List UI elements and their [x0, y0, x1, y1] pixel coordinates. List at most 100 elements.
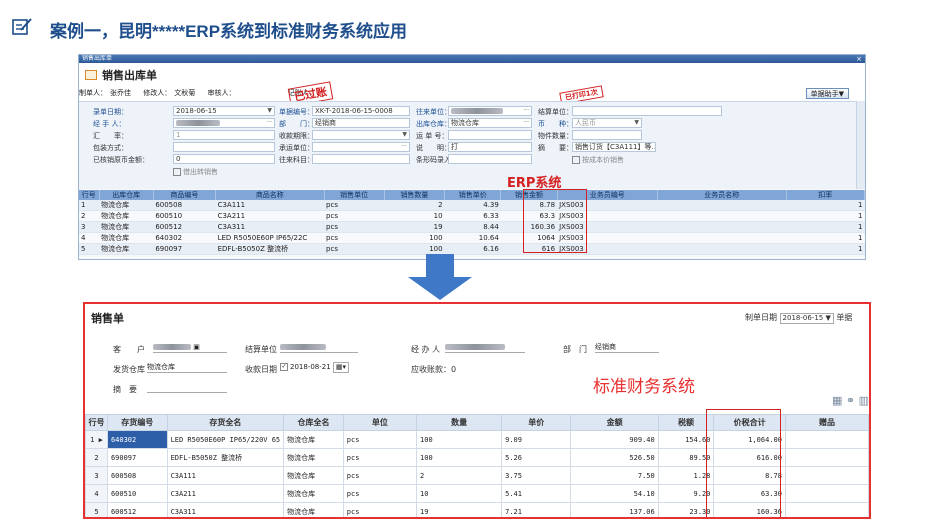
date-field[interactable]: 2018-06-15 ▼ [173, 106, 275, 116]
qty-field[interactable] [572, 130, 642, 140]
std-table-cell[interactable] [784, 484, 869, 503]
writeoff-checkbox[interactable]: 借出转销售 [173, 167, 218, 177]
row-index-cell[interactable]: 2 [85, 448, 108, 467]
docno-field[interactable]: XK-T-2018-06-15-0008 [312, 106, 410, 116]
erp-table-cell[interactable]: 物流仓库 [99, 200, 154, 211]
pack-field[interactable] [173, 142, 275, 152]
erp-table-cell[interactable] [657, 210, 787, 222]
erp-table-cell[interactable]: 10.64 [444, 232, 501, 244]
erp-column-header[interactable]: 扣率 [786, 190, 865, 200]
std-table-cell[interactable]: 3.75 [501, 466, 572, 485]
summary-field[interactable]: 销售订货【C3A111】等… [572, 142, 656, 152]
std-table-cell[interactable]: 600508 [106, 466, 168, 485]
row-index-cell[interactable]: 4 [85, 484, 108, 503]
barcode-field[interactable] [448, 154, 532, 164]
std-settle-field[interactable] [280, 342, 358, 353]
std-table-cell[interactable]: 物流仓库 [283, 502, 344, 517]
std-table-cell[interactable] [784, 502, 869, 517]
std-table-cell[interactable]: 9.09 [501, 430, 572, 449]
std-column-header[interactable]: 赠品 [784, 414, 869, 431]
erp-table-cell[interactable] [657, 232, 787, 244]
chain-icon[interactable]: ⚭ [846, 394, 855, 407]
erp-table-cell[interactable]: pcs [324, 243, 385, 255]
std-table-cell[interactable]: C3A311 [166, 502, 285, 517]
dept-field[interactable]: 经销商 [312, 118, 410, 128]
erp-table-cell[interactable]: C3A111 [215, 200, 325, 211]
erp-table-cell[interactable] [657, 200, 787, 211]
erp-table-cell[interactable]: 100 [384, 243, 445, 255]
std-table-cell[interactable]: 526.50 [570, 448, 659, 467]
std-table-cell[interactable]: pcs [342, 502, 418, 517]
erp-table-cell[interactable]: pcs [324, 221, 385, 233]
std-table-cell[interactable]: 600512 [106, 502, 168, 517]
std-table-cell[interactable]: 600510 [106, 484, 168, 503]
erp-table-cell[interactable]: 4 [79, 232, 100, 244]
std-table-cell[interactable]: 物流仓库 [283, 466, 344, 485]
std-table-cell[interactable]: 137.06 [570, 502, 659, 517]
erp-table-cell[interactable]: 2 [79, 210, 100, 222]
std-column-header[interactable]: 存货编号 [106, 414, 168, 431]
std-column-header[interactable]: 金额 [570, 414, 659, 431]
erp-table-cell[interactable]: 物流仓库 [99, 210, 154, 222]
std-handler-field[interactable] [445, 342, 525, 353]
std-column-header[interactable]: 存货全名 [166, 414, 285, 431]
std-table-cell[interactable]: 2 [416, 466, 503, 485]
std-table-cell[interactable]: 19 [416, 502, 503, 517]
std-table-cell[interactable]: 7.21 [501, 502, 572, 517]
std-table-cell[interactable]: 100 [416, 430, 503, 449]
erp-table-cell[interactable]: pcs [324, 200, 385, 211]
erp-table-row[interactable]: 2 物流仓库 600510 C3A211 pcs 10 6.33 63.3 JXS003 1 [79, 210, 865, 222]
shipno-field[interactable] [448, 130, 532, 140]
std-table-cell[interactable]: 5.26 [501, 448, 572, 467]
lookup-icon[interactable]: ▣ [193, 343, 200, 351]
erp-column-header[interactable]: 行号 [79, 190, 100, 200]
erp-table-cell[interactable]: 640302 [153, 232, 216, 244]
erp-table-cell[interactable]: pcs [324, 210, 385, 222]
erp-table-row[interactable]: 1 物流仓库 600508 C3A111 pcs 2 4.39 8.78 JXS003 1 [79, 200, 865, 211]
erp-table-cell[interactable]: LED R5050E60P IP65/22C [215, 232, 325, 244]
erp-table-cell[interactable]: C3A211 [215, 210, 325, 222]
std-table-cell[interactable]: 5.41 [501, 484, 572, 503]
std-warehouse-field[interactable]: 物流仓库 [147, 362, 227, 373]
erp-table-cell[interactable]: 3 [79, 221, 100, 233]
std-table-cell[interactable]: 909.40 [570, 430, 659, 449]
erp-table-cell[interactable]: 6.33 [444, 210, 501, 222]
customer-field[interactable]: ▣ [153, 342, 227, 353]
erp-table-row[interactable]: 4 物流仓库 640302 LED R5050E60P IP65/22C pcs 100 1… [79, 232, 865, 244]
std-date-field[interactable]: 2018-06-15 ▼ [779, 313, 834, 324]
erp-table-cell[interactable]: EDFL-B5050Z 整流桥 [215, 243, 325, 255]
std-table-cell[interactable]: EDFL-B5050Z 整流桥 [166, 448, 285, 467]
terms-field[interactable]: ▼ [312, 130, 410, 140]
erp-table-cell[interactable]: 8.44 [444, 221, 501, 233]
erp-table-cell[interactable]: 4.39 [444, 200, 501, 211]
std-column-header[interactable]: 单位 [342, 414, 418, 431]
erp-table-cell[interactable]: 1 [786, 232, 865, 244]
std-table-cell[interactable]: 690097 [106, 448, 168, 467]
erp-table-cell[interactable]: 600508 [153, 200, 216, 211]
erp-table-cell[interactable]: 600512 [153, 221, 216, 233]
std-table-cell[interactable]: 物流仓库 [283, 484, 344, 503]
row-index-cell[interactable]: 3 [85, 466, 108, 485]
erp-column-header[interactable]: 商品名称 [215, 190, 325, 200]
erp-table-cell[interactable]: 物流仓库 [99, 243, 154, 255]
erp-table-cell[interactable]: 10 [384, 210, 445, 222]
row-index-cell[interactable]: 5 [85, 502, 108, 517]
note-field[interactable]: 打 [448, 142, 532, 152]
std-column-header[interactable]: 仓库全名 [283, 414, 344, 431]
std-table-cell[interactable]: pcs [342, 466, 418, 485]
account-field[interactable] [312, 154, 410, 164]
paid-field[interactable]: 0 [173, 154, 275, 164]
std-dept-field[interactable]: 经销商 [595, 342, 659, 353]
std-table-cell[interactable]: 640302 [106, 430, 168, 449]
erp-table-row[interactable]: 5 物流仓库 690097 EDFL-B5050Z 整流桥 pcs 100 6.16 616 J… [79, 243, 865, 255]
std-table-cell[interactable]: pcs [342, 484, 418, 503]
erp-table-cell[interactable]: 690097 [153, 243, 216, 255]
std-table-cell[interactable]: 物流仓库 [283, 448, 344, 467]
std-column-header[interactable]: 行号 [85, 414, 108, 431]
erp-table-cell[interactable]: 2 [384, 200, 445, 211]
erp-table-cell[interactable]: 1 [786, 243, 865, 255]
std-table-cell[interactable]: 54.10 [570, 484, 659, 503]
std-table-cell[interactable]: pcs [342, 448, 418, 467]
calendar-dropdown-icon[interactable]: ▦▾ [332, 362, 350, 373]
std-table-cell[interactable]: 7.50 [570, 466, 659, 485]
